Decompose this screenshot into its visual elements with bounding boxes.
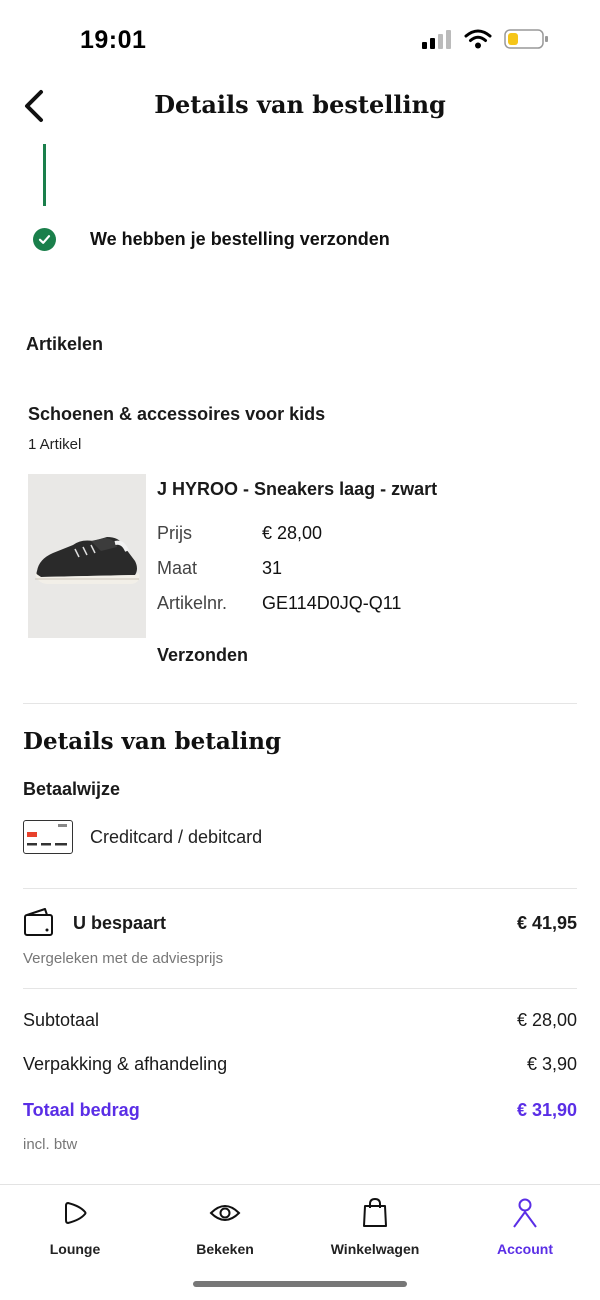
- product-details: Prijs € 28,00 Maat 31 Artikelnr. GE114D0…: [157, 516, 401, 621]
- subtotal-value: € 28,00: [516, 1010, 577, 1030]
- sneaker-image: [35, 537, 140, 584]
- tab-account[interactable]: Account: [450, 1185, 600, 1265]
- wifi-icon: [464, 29, 492, 49]
- product-row-size: Maat 31: [157, 551, 401, 586]
- status-time: 19:01: [80, 26, 147, 54]
- status-icons: [422, 28, 550, 50]
- savings-amount: € 41,95: [516, 913, 577, 933]
- tab-lounge[interactable]: Lounge: [0, 1185, 150, 1265]
- payment-title: Details van betaling: [23, 728, 282, 755]
- eye-icon: [209, 1205, 241, 1221]
- tab-account-label: Account: [497, 1241, 553, 1257]
- check-circle-icon: [33, 228, 56, 251]
- savings-row: U bespaart € 41,95: [23, 906, 577, 940]
- category-title: Schoenen & accessoires voor kids: [28, 404, 326, 424]
- subtotal-label: Subtotaal: [23, 1010, 100, 1030]
- product-row-price: Prijs € 28,00: [157, 516, 401, 551]
- play-icon: [65, 1202, 87, 1224]
- tab-lounge-label: Lounge: [49, 1241, 101, 1257]
- divider: [23, 988, 577, 989]
- divider: [23, 888, 577, 889]
- tab-bekeken-label: Bekeken: [196, 1241, 254, 1257]
- article-number-label: Artikelnr.: [157, 593, 228, 613]
- credit-card-icon: [23, 820, 73, 854]
- articles-heading: Artikelen: [26, 334, 104, 354]
- vat-note: incl. btw: [23, 1136, 78, 1153]
- nav-header: Details van bestelling: [0, 78, 600, 134]
- article-number-value: GE114D0JQ-Q11: [262, 593, 402, 613]
- tab-winkelwagen-label: Winkelwagen: [330, 1241, 420, 1257]
- shopping-bag-icon: [363, 1197, 387, 1227]
- product-title[interactable]: J HYROO - Sneakers laag - zwart: [157, 479, 437, 500]
- savings-note: Vergeleken met de adviesprijs: [23, 950, 224, 967]
- total-value: € 31,90: [516, 1100, 577, 1120]
- tab-winkelwagen[interactable]: Winkelwagen: [300, 1185, 450, 1265]
- signal-icon: [422, 30, 451, 49]
- person-icon: [513, 1198, 537, 1228]
- home-indicator: [193, 1281, 407, 1287]
- order-status-row: We hebben je bestelling verzonden: [33, 228, 390, 251]
- total-row: Totaal bedrag € 31,90: [23, 1100, 577, 1121]
- product-image[interactable]: [28, 474, 146, 638]
- price-label: Prijs: [157, 523, 192, 543]
- size-value: 31: [262, 558, 283, 578]
- shipping-handling-value: € 3,90: [526, 1054, 577, 1074]
- divider: [23, 703, 577, 704]
- shipping-handling-row: Verpakking & afhandeling € 3,90: [23, 1054, 577, 1075]
- order-status-text: We hebben je bestelling verzonden: [90, 229, 390, 249]
- payment-method-label: Betaalwijze: [23, 779, 121, 799]
- total-label: Totaal bedrag: [23, 1100, 140, 1120]
- savings-label: U bespaart: [73, 913, 167, 933]
- battery-icon: [504, 29, 548, 49]
- page-title: Details van bestelling: [154, 90, 446, 119]
- payment-method-value: Creditcard / debitcard: [90, 827, 263, 847]
- status-bar: 19:01: [0, 0, 600, 80]
- shipping-status: Verzonden: [157, 645, 249, 665]
- wallet-icon: [24, 908, 53, 936]
- item-count: 1 Artikel: [28, 436, 82, 453]
- price-value: € 28,00: [262, 523, 323, 543]
- tab-bekeken[interactable]: Bekeken: [150, 1185, 300, 1265]
- size-label: Maat: [157, 558, 198, 578]
- progress-line: [43, 144, 46, 206]
- shipping-handling-label: Verpakking & afhandeling: [23, 1054, 228, 1074]
- product-row-article-number: Artikelnr. GE114D0JQ-Q11: [157, 586, 401, 621]
- subtotal-row: Subtotaal € 28,00: [23, 1010, 577, 1031]
